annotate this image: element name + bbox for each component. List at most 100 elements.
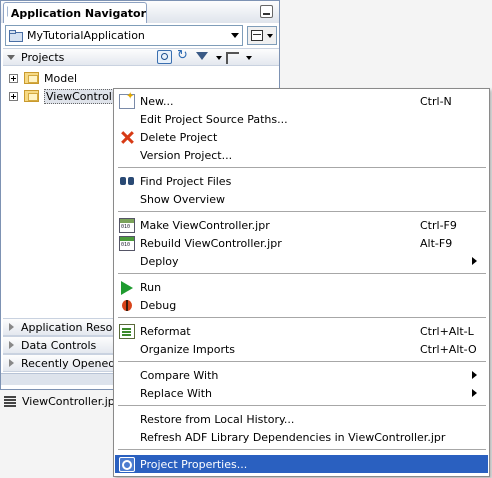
section-label: Recently Opened F — [21, 356, 126, 370]
menu-separator — [118, 317, 486, 318]
delete-icon — [119, 130, 135, 145]
application-name: MyTutorialApplication — [27, 29, 145, 42]
submenu-arrow-icon — [472, 389, 477, 397]
structure-file-label: ViewController.jpr - — [22, 394, 127, 408]
menu-item-compare-with[interactable]: Compare With — [115, 366, 488, 384]
new-icon — [119, 91, 135, 109]
menu-item-label: Replace With — [140, 387, 212, 400]
debug-icon — [119, 298, 135, 313]
sync-icon[interactable] — [176, 48, 191, 64]
tree-options-icon[interactable] — [225, 50, 240, 64]
menu-item-show-overview[interactable]: Show Overview — [115, 190, 488, 208]
menu-item-label: Edit Project Source Paths... — [140, 113, 288, 126]
folder-icon — [24, 90, 39, 102]
projects-section-header[interactable]: Projects — [3, 48, 279, 66]
projects-toolbar — [157, 48, 252, 64]
menu-separator — [118, 405, 486, 406]
rebuild-icon — [119, 236, 135, 251]
application-folder-icon — [9, 29, 23, 42]
menu-separator — [118, 273, 486, 274]
menu-item-label: Organize Imports — [140, 343, 236, 356]
menu-item-label: Version Project... — [140, 149, 233, 162]
projects-label: Projects — [21, 50, 65, 64]
menu-separator — [118, 361, 486, 362]
menu-item-delete-project[interactable]: Delete Project — [115, 128, 488, 146]
menu-item-shortcut: Ctrl+Alt-O — [420, 343, 477, 356]
menu-item-rebuild[interactable]: Rebuild ViewController.jpr Alt-F9 — [115, 234, 488, 252]
menu-separator — [118, 211, 486, 212]
expand-triangle-icon[interactable] — [9, 359, 14, 367]
menu-item-new[interactable]: New... Ctrl-N — [115, 91, 488, 110]
expand-triangle-icon[interactable] — [9, 341, 14, 349]
search-icon[interactable] — [157, 50, 172, 64]
filter-icon[interactable] — [195, 50, 210, 64]
menu-item-label: Project Properties... — [140, 458, 248, 471]
structure-file-row[interactable]: ViewController.jpr - — [4, 393, 127, 409]
submenu-arrow-icon — [472, 257, 477, 265]
binoculars-icon — [119, 174, 135, 189]
submenu-arrow-icon — [472, 371, 477, 379]
navigator-icon — [7, 6, 8, 17]
collapse-triangle-icon[interactable] — [7, 54, 15, 60]
menu-item-edit-source-paths[interactable]: Edit Project Source Paths... — [115, 110, 488, 128]
project-properties-icon — [119, 457, 135, 472]
expand-triangle-icon[interactable] — [9, 323, 14, 331]
menu-item-restore-local-history[interactable]: Restore from Local History... — [115, 410, 488, 428]
tree-item-model[interactable]: Model — [9, 70, 77, 86]
menu-item-label: Restore from Local History... — [140, 413, 295, 426]
expand-icon[interactable] — [9, 73, 18, 83]
menu-item-version-project[interactable]: Version Project... — [115, 146, 488, 164]
tree-item-viewcontroller[interactable]: ViewControlle — [9, 88, 124, 104]
menu-item-label: Refresh ADF Library Dependencies in View… — [140, 431, 446, 444]
menu-item-run[interactable]: Run — [115, 278, 488, 296]
project-context-menu: New... Ctrl-N Edit Project Source Paths.… — [113, 88, 490, 477]
menu-separator — [118, 167, 486, 168]
chevron-down-icon[interactable] — [214, 50, 222, 64]
chevron-down-icon — [267, 34, 273, 38]
make-icon — [119, 218, 135, 233]
menu-item-label: Deploy — [140, 255, 179, 268]
menu-item-find-project-files[interactable]: Find Project Files — [115, 172, 488, 190]
application-menu-icon — [251, 30, 263, 41]
folder-icon — [24, 72, 39, 84]
minimize-button[interactable] — [260, 5, 273, 18]
menu-item-label: Show Overview — [140, 193, 225, 206]
menu-item-label: Run — [140, 281, 162, 294]
menu-item-shortcut: Alt-F9 — [420, 237, 453, 250]
chevron-down-icon — [231, 33, 239, 38]
menu-item-label: Find Project Files — [140, 175, 232, 188]
reformat-icon — [119, 324, 135, 339]
run-icon — [119, 280, 135, 295]
menu-item-shortcut: Ctrl-F9 — [420, 219, 457, 232]
navigator-tab[interactable]: Application Navigator — [3, 2, 147, 23]
application-menu-button[interactable] — [247, 26, 277, 45]
menu-item-shortcut: Ctrl-N — [420, 95, 452, 108]
project-file-icon — [4, 395, 18, 407]
menu-item-label: Delete Project — [140, 131, 218, 144]
menu-separator — [118, 449, 486, 450]
tree-item-label: Model — [44, 71, 78, 85]
menu-item-make[interactable]: Make ViewController.jpr Ctrl-F9 — [115, 216, 488, 234]
menu-item-organize-imports[interactable]: Organize Imports Ctrl+Alt-O — [115, 340, 488, 358]
chevron-down-icon[interactable] — [244, 50, 252, 64]
menu-item-project-properties[interactable]: Project Properties... — [115, 455, 488, 473]
menu-item-label: Reformat — [140, 325, 191, 338]
menu-item-refresh-adf-library[interactable]: Refresh ADF Library Dependencies in View… — [115, 428, 488, 446]
application-selector-row: MyTutorialApplication — [5, 25, 277, 47]
menu-item-reformat[interactable]: Reformat Ctrl+Alt-L — [115, 322, 488, 340]
menu-item-label: Rebuild ViewController.jpr — [140, 237, 282, 250]
menu-item-debug[interactable]: Debug — [115, 296, 488, 314]
menu-item-label: Compare With — [140, 369, 219, 382]
menu-item-label: New... — [140, 95, 174, 108]
menu-item-replace-with[interactable]: Replace With — [115, 384, 488, 402]
expand-icon[interactable] — [9, 91, 18, 101]
tree-item-label: ViewControlle — [44, 88, 124, 104]
menu-item-label: Debug — [140, 299, 177, 312]
navigator-titlebar: Application Navigator — [1, 1, 279, 23]
navigator-title: Application Navigator — [10, 6, 146, 20]
menu-item-shortcut: Ctrl+Alt-L — [420, 325, 474, 338]
menu-item-deploy[interactable]: Deploy — [115, 252, 488, 270]
section-label: Data Controls — [21, 338, 97, 352]
menu-item-label: Make ViewController.jpr — [140, 219, 270, 232]
application-dropdown[interactable]: MyTutorialApplication — [5, 25, 243, 46]
